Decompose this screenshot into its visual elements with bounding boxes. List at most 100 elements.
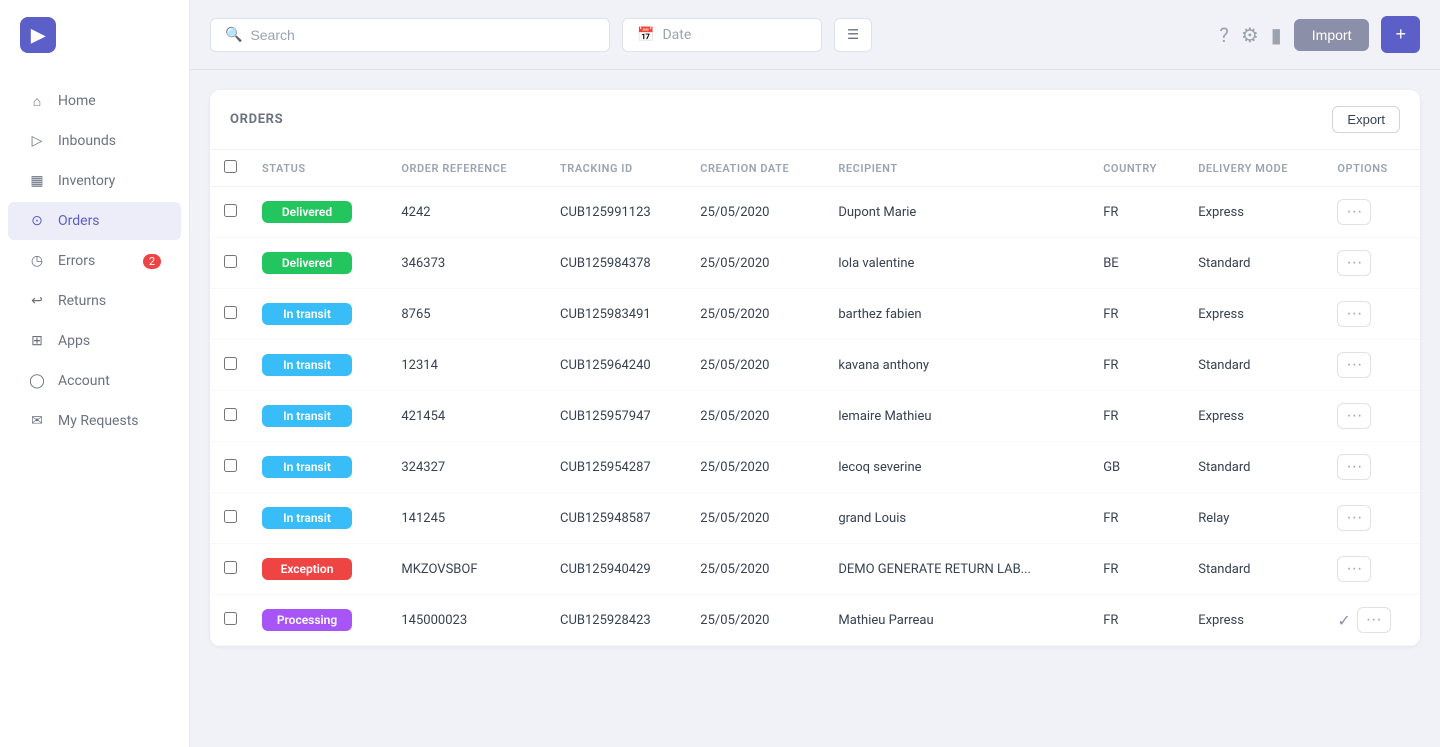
- row-creation-date-6: 25/05/2020: [688, 493, 826, 544]
- row-status-5: In transit: [250, 442, 389, 493]
- row-checkbox-1: [210, 238, 250, 289]
- row-recipient-1: lola valentine: [826, 238, 1091, 289]
- row-country-4: FR: [1091, 391, 1186, 442]
- status-badge-5: In transit: [262, 456, 352, 478]
- status-badge-1: Delivered: [262, 252, 352, 274]
- row-checkbox-0: [210, 187, 250, 238]
- row-creation-date-0: 25/05/2020: [688, 187, 826, 238]
- import-button[interactable]: Import: [1294, 19, 1370, 51]
- row-checkbox-4: [210, 391, 250, 442]
- col-recipient: RECIPIENT: [826, 150, 1091, 187]
- options-button-7[interactable]: ···: [1337, 556, 1371, 582]
- sidebar-item-errors[interactable]: ◷ Errors 2: [8, 242, 181, 280]
- row-tracking-id-1: CUB125984378: [548, 238, 688, 289]
- orders-header: ORDERS Export: [210, 90, 1420, 150]
- row-status-4: In transit: [250, 391, 389, 442]
- inventory-icon: ▦: [28, 172, 46, 190]
- options-button-6[interactable]: ···: [1337, 505, 1371, 531]
- options-button-0[interactable]: ···: [1337, 199, 1371, 225]
- status-badge-4: In transit: [262, 405, 352, 427]
- filter-button[interactable]: ☰: [834, 18, 872, 52]
- orders-title: ORDERS: [230, 112, 283, 127]
- sidebar-item-returns[interactable]: ↩ Returns: [8, 282, 181, 320]
- row-delivery-mode-0: Express: [1186, 187, 1325, 238]
- table-row: Delivered 4242 CUB125991123 25/05/2020 D…: [210, 187, 1420, 238]
- options-button-4[interactable]: ···: [1337, 403, 1371, 429]
- table-header: STATUS ORDER REFERENCE TRACKING ID CREAT…: [210, 150, 1420, 187]
- sidebar-item-orders[interactable]: ⊙ Orders: [8, 202, 181, 240]
- row-options-1: ···: [1325, 238, 1420, 288]
- logo-icon[interactable]: ▶: [20, 17, 56, 53]
- row-check-1[interactable]: [224, 255, 237, 268]
- table-row: In transit 421454 CUB125957947 25/05/202…: [210, 391, 1420, 442]
- sidebar-item-account[interactable]: ◯ Account: [8, 362, 181, 400]
- row-check-7[interactable]: [224, 561, 237, 574]
- status-badge-7: Exception: [262, 558, 352, 580]
- col-order-ref: ORDER REFERENCE: [389, 150, 548, 187]
- row-status-0: Delivered: [250, 187, 389, 238]
- row-creation-date-7: 25/05/2020: [688, 544, 826, 595]
- table-row: Exception MKZOVSBOF CUB125940429 25/05/2…: [210, 544, 1420, 595]
- col-options: OPTIONS: [1325, 150, 1420, 187]
- row-order-ref-6: 141245: [389, 493, 548, 544]
- options-button-5[interactable]: ···: [1337, 454, 1371, 480]
- my-requests-icon: ✉: [28, 412, 46, 430]
- sidebar-item-inbounds[interactable]: ▷ Inbounds: [8, 122, 181, 160]
- account-icon: ◯: [28, 372, 46, 390]
- add-button[interactable]: +: [1381, 16, 1420, 53]
- sidebar-item-inventory[interactable]: ▦ Inventory: [8, 162, 181, 200]
- row-options-7: ···: [1325, 544, 1420, 594]
- options-button-3[interactable]: ···: [1337, 352, 1371, 378]
- sidebar-item-home[interactable]: ⌂ Home: [8, 82, 181, 120]
- row-checkbox-3: [210, 340, 250, 391]
- row-check-8[interactable]: [224, 612, 237, 625]
- select-all-checkbox[interactable]: [224, 160, 237, 173]
- row-delivery-mode-8: Express: [1186, 595, 1325, 646]
- sidebar-item-apps[interactable]: ⊞ Apps: [8, 322, 181, 360]
- sidebar-label-inventory: Inventory: [58, 173, 115, 189]
- row-order-ref-3: 12314: [389, 340, 548, 391]
- status-badge-0: Delivered: [262, 201, 352, 223]
- row-creation-date-5: 25/05/2020: [688, 442, 826, 493]
- sidebar-label-errors: Errors: [58, 253, 95, 269]
- search-container: 🔍: [210, 18, 610, 52]
- row-status-2: In transit: [250, 289, 389, 340]
- search-input[interactable]: [250, 27, 595, 43]
- row-tracking-id-0: CUB125991123: [548, 187, 688, 238]
- badge-errors: 2: [143, 254, 161, 269]
- row-tracking-id-3: CUB125964240: [548, 340, 688, 391]
- col-status: STATUS: [250, 150, 389, 187]
- row-check-2[interactable]: [224, 306, 237, 319]
- globe-icon[interactable]: ⚙: [1241, 23, 1259, 47]
- row-check-5[interactable]: [224, 459, 237, 472]
- help-icon[interactable]: ?: [1219, 23, 1228, 47]
- export-button[interactable]: Export: [1332, 106, 1400, 133]
- topbar: 🔍 📅 Date ☰ ? ⚙ ▮ Import +: [190, 0, 1440, 70]
- row-checkbox-6: [210, 493, 250, 544]
- row-check-0[interactable]: [224, 204, 237, 217]
- status-badge-8: Processing: [262, 609, 352, 631]
- row-check-3[interactable]: [224, 357, 237, 370]
- row-order-ref-5: 324327: [389, 442, 548, 493]
- row-tracking-id-2: CUB125983491: [548, 289, 688, 340]
- sidebar-item-my-requests[interactable]: ✉ My Requests: [8, 402, 181, 440]
- sidebar-label-my-requests: My Requests: [58, 413, 139, 429]
- table-row: In transit 8765 CUB125983491 25/05/2020 …: [210, 289, 1420, 340]
- row-delivery-mode-3: Standard: [1186, 340, 1325, 391]
- options-button-1[interactable]: ···: [1337, 250, 1371, 276]
- row-check-6[interactable]: [224, 510, 237, 523]
- row-check-4[interactable]: [224, 408, 237, 421]
- options-button-8[interactable]: ···: [1357, 607, 1391, 633]
- sidebar-logo: ▶: [0, 0, 189, 70]
- row-recipient-4: lemaire Mathieu: [826, 391, 1091, 442]
- row-options-8: ✓ ···: [1325, 595, 1420, 645]
- row-order-ref-2: 8765: [389, 289, 548, 340]
- row-country-5: GB: [1091, 442, 1186, 493]
- row-recipient-6: grand Louis: [826, 493, 1091, 544]
- row-country-7: FR: [1091, 544, 1186, 595]
- row-recipient-3: kavana anthony: [826, 340, 1091, 391]
- options-button-2[interactable]: ···: [1337, 301, 1371, 327]
- row-creation-date-8: 25/05/2020: [688, 595, 826, 646]
- battery-icon[interactable]: ▮: [1271, 23, 1282, 47]
- sidebar-label-apps: Apps: [58, 333, 90, 349]
